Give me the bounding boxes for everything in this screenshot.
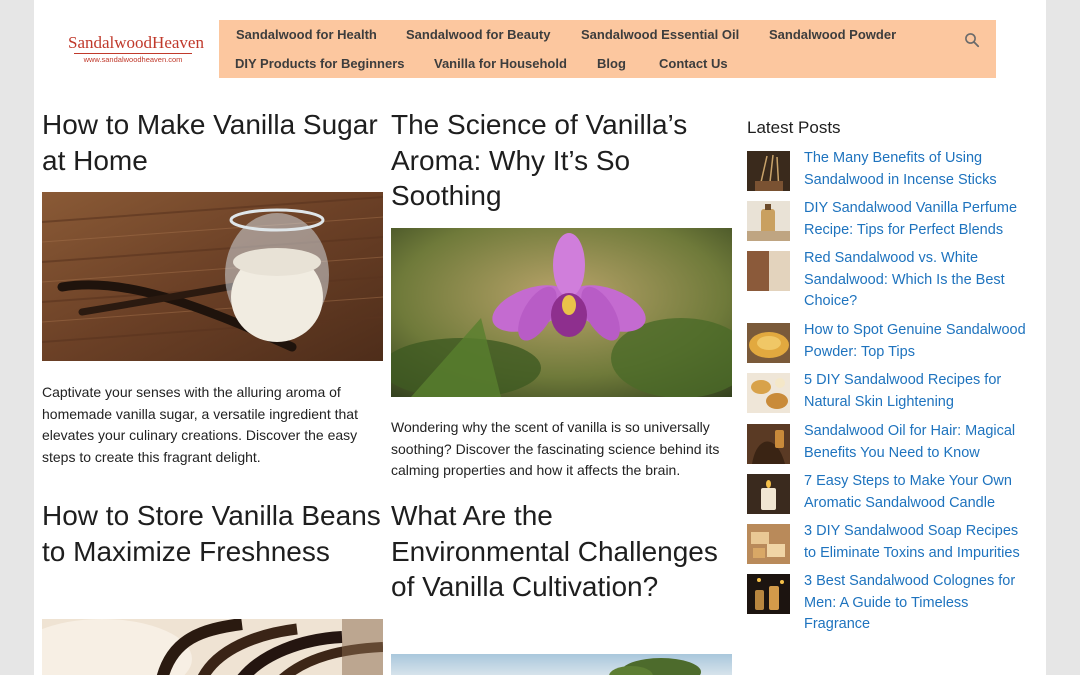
latest-post-thumbnail[interactable]: [747, 373, 790, 413]
latest-post-link[interactable]: DIY Sandalwood Vanilla Perfume Recipe: T…: [804, 198, 1034, 241]
nav-item-sandalwood-for-beauty[interactable]: Sandalwood for Beauty: [406, 27, 550, 42]
logo-divider: [74, 53, 192, 54]
post-title[interactable]: The Science of Vanilla’s Aroma: Why It’s…: [391, 107, 732, 214]
latest-post-thumbnail[interactable]: [747, 424, 790, 464]
latest-posts-heading: Latest Posts: [747, 118, 841, 137]
latest-post-link[interactable]: How to Spot Genuine Sandalwood Powder: T…: [804, 320, 1034, 363]
post-excerpt: Wondering why the scent of vanilla is so…: [391, 419, 720, 478]
post-card: How to Store Vanilla Beans to Maximize F…: [42, 498, 383, 675]
latest-post-link[interactable]: 3 Best Sandalwood Colognes for Men: A Gu…: [804, 571, 1034, 636]
latest-post-thumbnail[interactable]: [747, 323, 790, 363]
post-title[interactable]: What Are the Environmental Challenges of…: [391, 498, 732, 605]
nav-item-vanilla-for-household[interactable]: Vanilla for Household: [434, 56, 567, 71]
nav-item-diy-products[interactable]: DIY Products for Beginners: [235, 56, 405, 71]
logo-url: www.sandalwoodheaven.com: [83, 55, 183, 64]
post-excerpt: Captivate your senses with the alluring …: [42, 384, 358, 465]
post-image-vanilla-beans[interactable]: [42, 619, 383, 675]
latest-post-thumbnail[interactable]: [747, 474, 790, 514]
main-navigation: Sandalwood for Health Sandalwood for Bea…: [219, 20, 996, 78]
post-image-vanilla-cultivation[interactable]: [391, 654, 732, 675]
latest-post-thumbnail[interactable]: [747, 574, 790, 614]
latest-post-thumbnail[interactable]: [747, 201, 790, 241]
post-title[interactable]: How to Make Vanilla Sugar at Home: [42, 107, 383, 178]
sidebar: Latest Posts The Many Benefits of Using …: [747, 115, 1037, 632]
latest-post-link[interactable]: 5 DIY Sandalwood Recipes for Natural Ski…: [804, 370, 1034, 413]
search-icon[interactable]: [964, 32, 980, 48]
latest-post-thumbnail[interactable]: [747, 251, 790, 291]
post-card: How to Make Vanilla Sugar at Home Captiv…: [42, 107, 383, 487]
latest-post-link[interactable]: The Many Benefits of Using Sandalwood in…: [804, 148, 1034, 191]
nav-item-sandalwood-for-health[interactable]: Sandalwood for Health: [236, 27, 377, 42]
post-card: What Are the Environmental Challenges of…: [391, 498, 732, 675]
nav-item-blog[interactable]: Blog: [597, 56, 626, 71]
latest-post-link[interactable]: 3 DIY Sandalwood Soap Recipes to Elimina…: [804, 521, 1034, 564]
nav-item-sandalwood-essential-oil[interactable]: Sandalwood Essential Oil: [581, 27, 739, 42]
post-card: The Science of Vanilla’s Aroma: Why It’s…: [391, 107, 732, 487]
post-image-orchid[interactable]: [391, 228, 732, 397]
latest-post-thumbnail[interactable]: [747, 524, 790, 564]
nav-item-sandalwood-powder[interactable]: Sandalwood Powder: [769, 27, 896, 42]
page: SandalwoodHeaven www.sandalwoodheaven.co…: [34, 0, 1046, 675]
nav-item-contact-us[interactable]: Contact Us: [659, 56, 728, 71]
post-title[interactable]: How to Store Vanilla Beans to Maximize F…: [42, 498, 383, 569]
latest-post-thumbnail[interactable]: [747, 151, 790, 191]
latest-post-link[interactable]: 7 Easy Steps to Make Your Own Aromatic S…: [804, 471, 1034, 514]
post-image-vanilla-sugar[interactable]: [42, 192, 383, 361]
site-logo[interactable]: SandalwoodHeaven www.sandalwoodheaven.co…: [68, 33, 204, 65]
logo-text: SandalwoodHeaven: [68, 33, 204, 52]
latest-post-link[interactable]: Red Sandalwood vs. White Sandalwood: Whi…: [804, 248, 1034, 313]
latest-post-link[interactable]: Sandalwood Oil for Hair: Magical Benefit…: [804, 421, 1034, 464]
